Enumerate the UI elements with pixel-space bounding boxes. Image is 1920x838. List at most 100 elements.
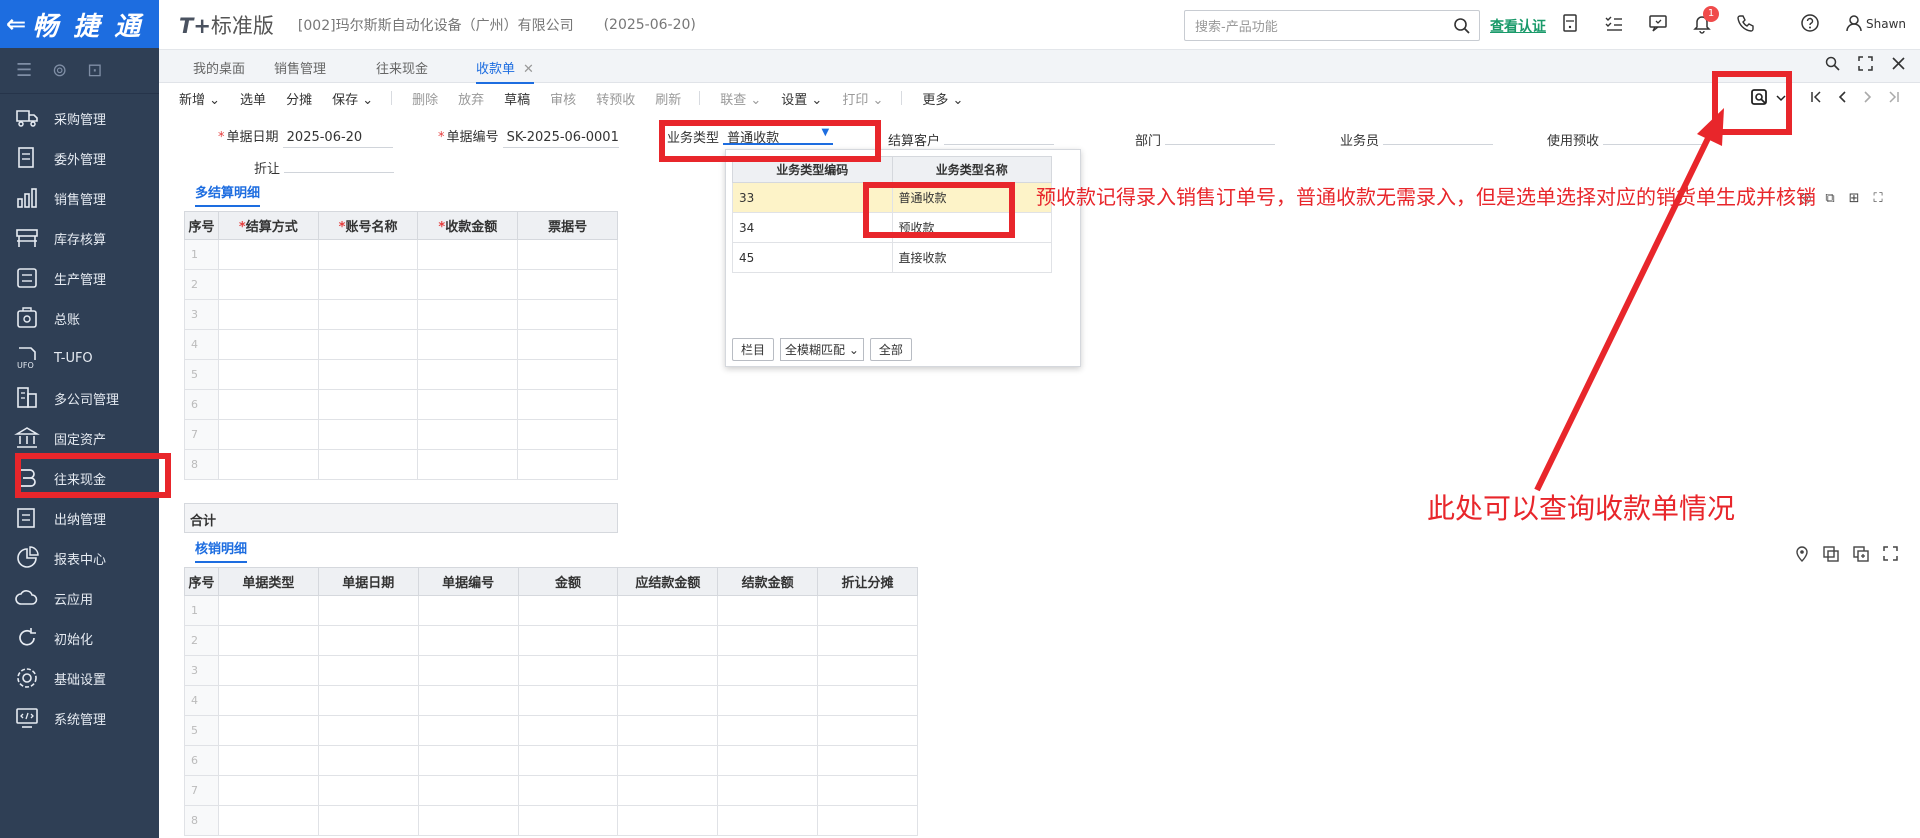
expand-icon[interactable]: ⛶: [1874, 191, 1883, 206]
table-cell[interactable]: [517, 269, 618, 300]
table-cell[interactable]: [317, 715, 419, 746]
table-cell[interactable]: [617, 685, 719, 716]
tab-0[interactable]: 我的桌面: [193, 58, 245, 77]
table-cell[interactable]: [417, 449, 519, 480]
table-cell[interactable]: [717, 685, 819, 716]
table-cell[interactable]: [517, 359, 618, 390]
tasks-icon[interactable]: [1603, 12, 1625, 34]
table-cell[interactable]: [217, 595, 319, 626]
table-cell[interactable]: [317, 269, 419, 300]
table-cell[interactable]: [817, 685, 918, 716]
writeoff-detail-tab[interactable]: 核销明细: [195, 538, 248, 563]
match-mode-select[interactable]: 全模糊匹配 ⌄: [780, 338, 864, 361]
search-doc-icon[interactable]: ⊚: [52, 60, 67, 81]
table-cell[interactable]: [617, 805, 719, 836]
table-cell[interactable]: [317, 239, 419, 270]
user-name[interactable]: Shawn: [1866, 17, 1906, 31]
table-cell[interactable]: [517, 239, 618, 270]
table-cell[interactable]: [817, 625, 918, 656]
toolbar-button-6[interactable]: 草稿: [504, 89, 530, 108]
doc-no-input[interactable]: SK-2025-06-0001: [502, 130, 619, 148]
sidebar-item-8[interactable]: 固定资产: [0, 418, 159, 458]
sidebar-item-9[interactable]: 往来现金: [0, 458, 159, 498]
table-cell[interactable]: [317, 655, 419, 686]
sidebar-item-12[interactable]: 云应用: [0, 578, 159, 618]
table-cell[interactable]: [417, 389, 519, 420]
sidebar-item-0[interactable]: 采购管理: [0, 98, 159, 138]
query-icon[interactable]: [1750, 87, 1770, 111]
table-cell[interactable]: [217, 329, 319, 360]
table-cell[interactable]: [817, 745, 918, 776]
close-icon[interactable]: ✕: [523, 62, 534, 77]
table-cell[interactable]: [417, 685, 519, 716]
use-prepay-input[interactable]: [1603, 127, 1704, 145]
expand-icon[interactable]: [1883, 546, 1898, 566]
toolbar-button-11[interactable]: 设置 ⌄: [781, 89, 822, 108]
app-logo[interactable]: ⇐ 畅 捷 通: [0, 0, 159, 48]
table-cell[interactable]: [217, 625, 319, 656]
back-arrow-icon[interactable]: ⇐: [6, 10, 26, 38]
table-cell[interactable]: [417, 299, 519, 330]
table-cell[interactable]: [217, 775, 319, 806]
table-cell[interactable]: [517, 449, 618, 480]
toolbar-button-5[interactable]: 放弃: [458, 89, 484, 108]
sidebar-item-13[interactable]: 初始化: [0, 618, 159, 658]
sidebar-item-7[interactable]: 多公司管理: [0, 378, 159, 418]
table-cell[interactable]: [417, 239, 519, 270]
sidebar-item-2[interactable]: 销售管理: [0, 178, 159, 218]
table-cell[interactable]: [217, 449, 319, 480]
sidebar-item-1[interactable]: 委外管理: [0, 138, 159, 178]
toolbar-button-13[interactable]: 更多 ⌄: [922, 89, 963, 108]
table-cell[interactable]: [817, 805, 918, 836]
table-cell[interactable]: [417, 715, 519, 746]
prev-record-icon[interactable]: [1836, 90, 1848, 108]
table-cell[interactable]: [217, 389, 319, 420]
table-cell[interactable]: [417, 655, 519, 686]
table-cell[interactable]: [617, 715, 719, 746]
new-doc-icon[interactable]: ⊡: [87, 60, 102, 81]
next-record-icon[interactable]: [1862, 90, 1874, 108]
calculator-icon[interactable]: [1559, 12, 1581, 34]
table-cell[interactable]: [817, 655, 918, 686]
first-record-icon[interactable]: [1810, 90, 1822, 108]
toolbar-button-3[interactable]: 保存 ⌄: [332, 89, 373, 108]
table-cell[interactable]: [617, 745, 719, 776]
table-cell[interactable]: [217, 805, 319, 836]
toolbar-button-4[interactable]: 删除: [412, 89, 438, 108]
table-cell[interactable]: [517, 655, 619, 686]
table-cell[interactable]: [717, 775, 819, 806]
table-cell[interactable]: [317, 449, 419, 480]
table-cell[interactable]: [617, 775, 719, 806]
table-cell[interactable]: [817, 595, 918, 626]
search-icon[interactable]: [1453, 17, 1471, 39]
tab-2[interactable]: 往来现金: [376, 58, 428, 77]
option-row[interactable]: 33 普通收款: [732, 182, 1052, 213]
table-cell[interactable]: [417, 775, 519, 806]
table-cell[interactable]: [517, 389, 618, 420]
table-cell[interactable]: [717, 625, 819, 656]
toolbar-button-2[interactable]: 分摊: [286, 89, 312, 108]
toolbar-button-12[interactable]: 打印 ⌄: [842, 89, 883, 108]
message-icon[interactable]: [1647, 12, 1669, 34]
table-cell[interactable]: [317, 775, 419, 806]
table-cell[interactable]: [217, 419, 319, 450]
option-row[interactable]: 34 预收款: [732, 212, 1052, 243]
table-cell[interactable]: [317, 299, 419, 330]
table-cell[interactable]: [417, 419, 519, 450]
table-cell[interactable]: [517, 329, 618, 360]
table-cell[interactable]: [217, 359, 319, 390]
table-cell[interactable]: [717, 745, 819, 776]
user-icon[interactable]: [1843, 12, 1865, 34]
fullscreen-icon[interactable]: [1858, 56, 1873, 75]
table-cell[interactable]: [517, 685, 619, 716]
table-cell[interactable]: [317, 329, 419, 360]
toolbar-button-9[interactable]: 刷新: [655, 89, 681, 108]
help-icon[interactable]: [1799, 12, 1821, 34]
table-cell[interactable]: [417, 329, 519, 360]
table-cell[interactable]: [217, 715, 319, 746]
table-cell[interactable]: [317, 595, 419, 626]
table-cell[interactable]: [517, 805, 619, 836]
sidebar-item-14[interactable]: 基础设置: [0, 658, 159, 698]
table-cell[interactable]: [817, 715, 918, 746]
chevron-down-icon[interactable]: [1776, 92, 1786, 107]
